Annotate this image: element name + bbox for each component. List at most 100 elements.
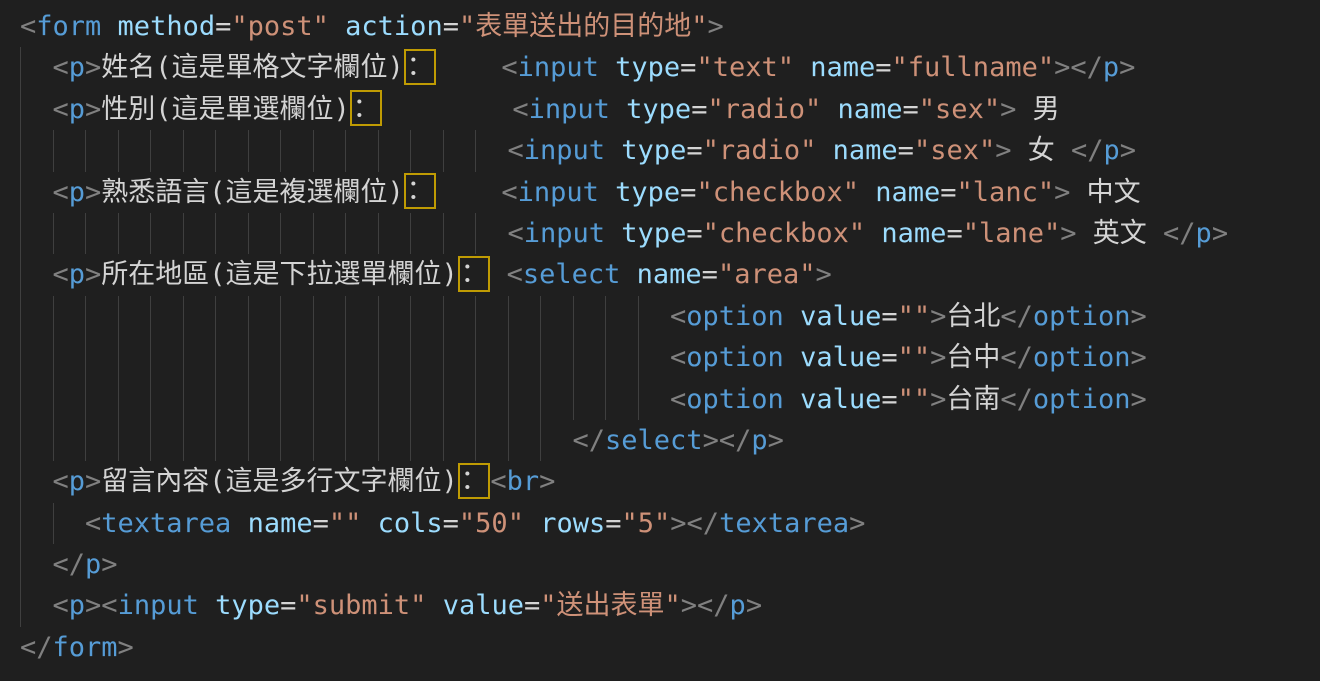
syntax-punctuation: < bbox=[101, 590, 117, 621]
syntax-string: "" bbox=[329, 508, 362, 539]
indent-guide bbox=[605, 337, 638, 378]
syntax-punctuation: > bbox=[1060, 218, 1076, 249]
syntax-attribute: type bbox=[599, 177, 680, 208]
text-content: 所在地區(這是下拉選單欄位) bbox=[101, 259, 458, 290]
syntax-punctuation: > bbox=[1054, 177, 1070, 208]
indent-guide bbox=[53, 379, 86, 420]
syntax-tag: p bbox=[69, 52, 85, 83]
syntax-punctuation: < bbox=[508, 135, 524, 166]
code-line-3[interactable]: <p>性別(這是單選欄位)： <input type="radio" name=… bbox=[20, 89, 1320, 130]
code-line-11[interactable]: </select></p> bbox=[20, 420, 1320, 461]
syntax-tag: option bbox=[686, 301, 784, 332]
code-line-6[interactable]: <input type="checkbox" name="lane"> 英文 <… bbox=[20, 213, 1320, 254]
indent-guide bbox=[53, 213, 86, 254]
code-line-2[interactable]: <p>姓名(這是單格文字欄位)： <input type="text" name… bbox=[20, 47, 1320, 88]
code-line-13[interactable]: <textarea name="" cols="50" rows="5"></t… bbox=[20, 503, 1320, 544]
syntax-punctuation: < bbox=[20, 11, 36, 42]
syntax-punctuation: > bbox=[1212, 218, 1228, 249]
syntax-tag: p bbox=[1104, 135, 1120, 166]
syntax-punctuation: </ bbox=[1071, 135, 1104, 166]
syntax-punctuation: > bbox=[1130, 384, 1146, 415]
syntax-attribute: name bbox=[794, 52, 875, 83]
indent-guide bbox=[20, 172, 53, 213]
syntax-attribute: name bbox=[231, 508, 312, 539]
indent-guide bbox=[85, 420, 118, 461]
indent-guide bbox=[313, 337, 346, 378]
indent-guide bbox=[638, 379, 671, 420]
syntax-punctuation: > bbox=[930, 342, 946, 373]
syntax-punctuation: > bbox=[85, 52, 101, 83]
code-line-16[interactable]: </form> bbox=[20, 627, 1320, 668]
syntax-tag: option bbox=[686, 342, 784, 373]
syntax-operator: = bbox=[443, 508, 459, 539]
syntax-string: "radio" bbox=[707, 94, 821, 125]
syntax-punctuation: > bbox=[1119, 52, 1135, 83]
syntax-punctuation: < bbox=[85, 508, 101, 539]
indent-guide bbox=[410, 130, 443, 171]
syntax-attribute: value bbox=[784, 342, 882, 373]
indent-guide bbox=[345, 379, 378, 420]
syntax-attribute: name bbox=[620, 259, 701, 290]
syntax-string: "" bbox=[898, 301, 931, 332]
indent-guide bbox=[183, 213, 216, 254]
code-line-5[interactable]: <p>熟悉語言(這是複選欄位)： <input type="checkbox" … bbox=[20, 172, 1320, 213]
code-line-10[interactable]: <option value="">台南</option> bbox=[20, 379, 1320, 420]
syntax-string: "sex" bbox=[919, 94, 1000, 125]
text-content bbox=[436, 177, 501, 208]
indent-guide bbox=[183, 379, 216, 420]
code-line-9[interactable]: <option value="">台中</option> bbox=[20, 337, 1320, 378]
indent-guide bbox=[85, 337, 118, 378]
text-content: 中文 bbox=[1070, 177, 1140, 208]
code-line-14[interactable]: </p> bbox=[20, 544, 1320, 585]
syntax-string: "radio" bbox=[703, 135, 817, 166]
syntax-punctuation: < bbox=[53, 590, 69, 621]
text-content: 姓名(這是單格文字欄位) bbox=[101, 52, 404, 83]
syntax-string: "checkbox" bbox=[703, 218, 866, 249]
indent-guide bbox=[313, 420, 346, 461]
syntax-operator: = bbox=[680, 52, 696, 83]
indent-guide bbox=[118, 337, 151, 378]
code-editor[interactable]: <form method="post" action="表單送出的目的地"><p… bbox=[0, 0, 1320, 681]
syntax-punctuation: < bbox=[670, 301, 686, 332]
indent-guide bbox=[345, 130, 378, 171]
indent-guide bbox=[20, 461, 53, 502]
syntax-punctuation: </ bbox=[573, 425, 606, 456]
indent-guide bbox=[443, 296, 476, 337]
syntax-tag: option bbox=[1033, 342, 1131, 373]
indent-guide bbox=[443, 213, 476, 254]
indent-guide bbox=[248, 379, 281, 420]
syntax-attribute: type bbox=[605, 135, 686, 166]
indent-guide bbox=[443, 337, 476, 378]
indent-guide bbox=[280, 296, 313, 337]
syntax-punctuation: > bbox=[85, 590, 101, 621]
syntax-punctuation: < bbox=[507, 259, 523, 290]
syntax-attribute: name bbox=[821, 94, 902, 125]
text-content: 性別(這是單選欄位) bbox=[101, 94, 350, 125]
indent-guide bbox=[540, 420, 573, 461]
indent-guide bbox=[20, 337, 53, 378]
syntax-string: "area" bbox=[718, 259, 816, 290]
code-line-12[interactable]: <p>留言內容(這是多行文字欄位)：<br> bbox=[20, 461, 1320, 502]
syntax-punctuation: < bbox=[53, 52, 69, 83]
code-line-8[interactable]: <option value="">台北</option> bbox=[20, 296, 1320, 337]
code-line-4[interactable]: <input type="radio" name="sex"> 女 </p> bbox=[20, 130, 1320, 171]
indent-guide bbox=[508, 379, 541, 420]
code-line-15[interactable]: <p><input type="submit" value="送出表單"></p… bbox=[20, 585, 1320, 626]
syntax-punctuation: < bbox=[53, 177, 69, 208]
indent-guide bbox=[248, 130, 281, 171]
syntax-punctuation: < bbox=[53, 466, 69, 497]
code-line-7[interactable]: <p>所在地區(這是下拉選單欄位)： <select name="area"> bbox=[20, 254, 1320, 295]
syntax-string: "fullname" bbox=[892, 52, 1055, 83]
syntax-punctuation: < bbox=[512, 94, 528, 125]
syntax-operator: = bbox=[313, 508, 329, 539]
text-content: 英文 bbox=[1077, 218, 1164, 249]
syntax-string: "lane" bbox=[963, 218, 1061, 249]
syntax-punctuation: > bbox=[746, 590, 762, 621]
indent-guide bbox=[638, 296, 671, 337]
indent-guide bbox=[540, 379, 573, 420]
indent-guide bbox=[345, 337, 378, 378]
indent-guide bbox=[475, 296, 508, 337]
indent-guide bbox=[573, 379, 606, 420]
unicode-highlight-box: ： bbox=[404, 173, 437, 209]
code-line-1[interactable]: <form method="post" action="表單送出的目的地"> bbox=[20, 6, 1320, 47]
